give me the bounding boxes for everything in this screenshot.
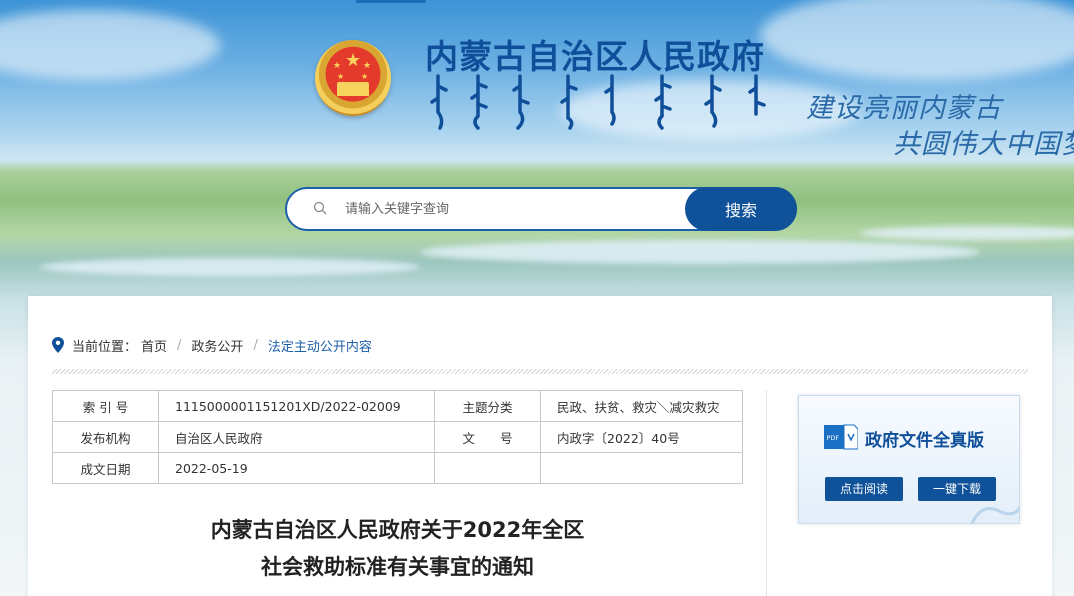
document-title-line-2: 社会救助标准有关事宜的通知 <box>261 555 534 579</box>
meta-value: 1115000001151201XD/2022-02009 <box>158 390 435 422</box>
meta-label <box>434 452 541 484</box>
pdf-file-icon: PDF <box>824 424 858 450</box>
meta-label: 发布机构 <box>52 421 159 453</box>
table-row: 索 引 号 1115000001151201XD/2022-02009 主题分类… <box>52 390 743 422</box>
meta-value <box>540 452 743 484</box>
national-emblem-icon: ★ ★ ★ ★ ★ <box>315 40 391 116</box>
meta-label: 索 引 号 <box>52 390 159 422</box>
content-panel: 当前位置： 首页 / 政务公开 / 法定主动公开内容 索 引 号 1115000… <box>28 296 1052 596</box>
meta-value: 2022-05-19 <box>158 452 435 484</box>
mongolian-script-logo <box>430 74 766 130</box>
breadcrumb-home[interactable]: 首页 <box>141 336 167 355</box>
breadcrumb-separator: / <box>253 337 258 353</box>
document-title-line-1: 内蒙古自治区人民政府关于2022年全区 <box>210 518 585 542</box>
pdf-document-card: PDF 政府文件全真版 点击阅读 一键下载 <box>798 395 1020 524</box>
cloud <box>760 0 1074 80</box>
river <box>420 240 980 264</box>
column-divider <box>766 390 767 596</box>
slogan-line-1: 建设亮丽内蒙古 <box>806 93 1002 124</box>
search-input[interactable] <box>345 195 675 223</box>
table-row: 成文日期 2022-05-19 <box>52 452 743 484</box>
document-title: 内蒙古自治区人民政府关于2022年全区 社会救助标准有关事宜的通知 <box>52 512 743 586</box>
cloud <box>0 10 220 80</box>
breadcrumb-separator: / <box>177 337 182 353</box>
read-online-button[interactable]: 点击阅读 <box>825 477 903 501</box>
table-row: 发布机构 自治区人民政府 文 号 内政字〔2022〕40号 <box>52 421 743 453</box>
meta-label: 主题分类 <box>434 390 541 422</box>
meta-label: 成文日期 <box>52 452 159 484</box>
meta-label: 文 号 <box>434 421 541 453</box>
search-icon <box>313 201 327 215</box>
river <box>40 258 420 276</box>
meta-value: 自治区人民政府 <box>158 421 435 453</box>
site-title: 内蒙古自治区人民政府 <box>425 37 765 76</box>
pdf-icon-label: PDF <box>827 434 840 442</box>
meta-value: 民政、扶贫、救灾＼减灾救灾 <box>540 390 743 422</box>
meta-value: 内政字〔2022〕40号 <box>540 421 743 453</box>
divider <box>52 369 1028 374</box>
location-pin-icon <box>52 337 64 353</box>
search-bar: 搜索 <box>285 187 797 231</box>
top-accent-line <box>356 0 426 3</box>
breadcrumb: 当前位置： 首页 / 政务公开 / 法定主动公开内容 <box>52 336 372 355</box>
breadcrumb-gov-affairs[interactable]: 政务公开 <box>191 336 243 355</box>
search-button[interactable]: 搜索 <box>685 187 797 231</box>
decorative-pattern-icon <box>970 505 1019 523</box>
breadcrumb-prefix: 当前位置： <box>72 339 138 355</box>
document-meta-table: 索 引 号 1115000001151201XD/2022-02009 主题分类… <box>52 390 743 484</box>
breadcrumb-current[interactable]: 法定主动公开内容 <box>268 336 372 355</box>
pdf-card-title: 政府文件全真版 <box>865 431 984 451</box>
slogan-line-2: 共圆伟大中国梦 <box>893 129 1074 160</box>
river <box>860 226 1074 240</box>
